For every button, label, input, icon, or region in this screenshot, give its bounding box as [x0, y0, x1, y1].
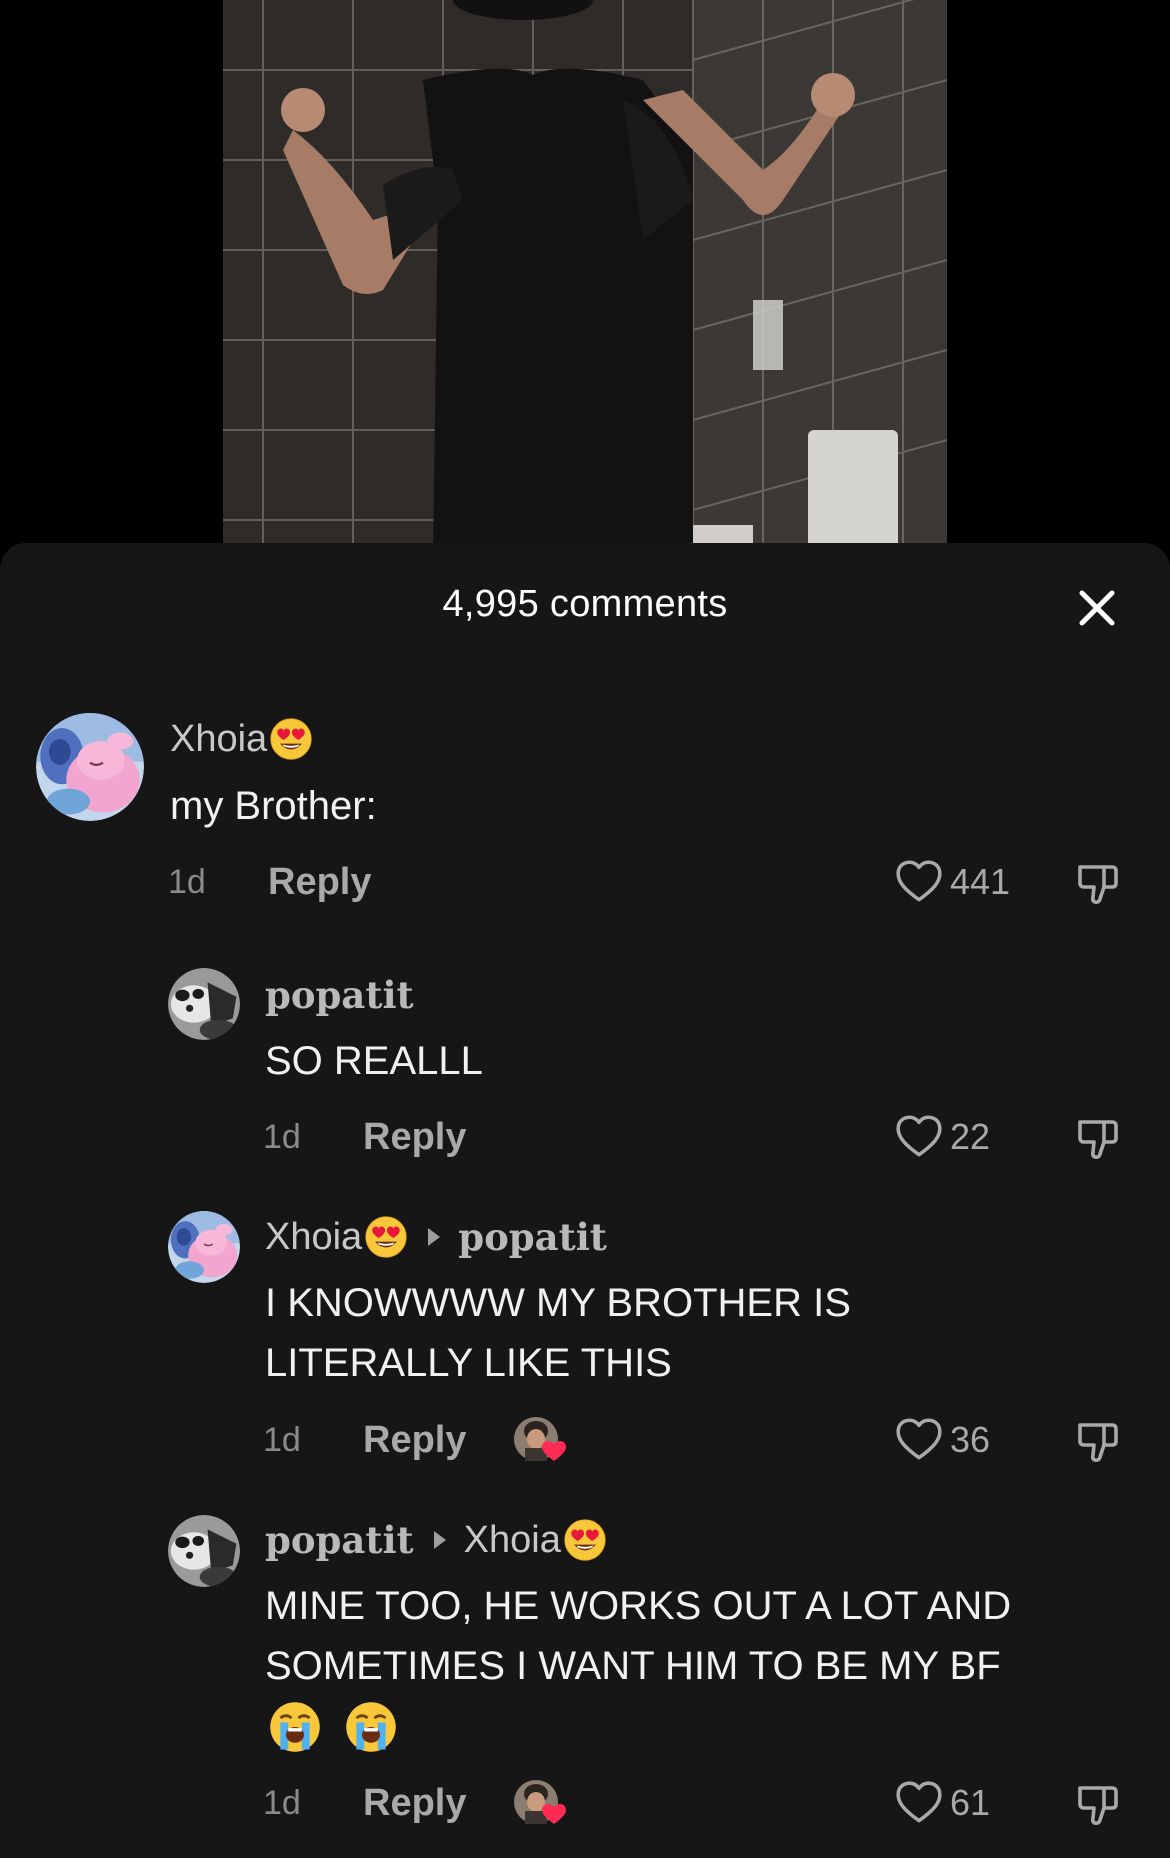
dislike-button[interactable] [1074, 1114, 1122, 1162]
like-button[interactable]: 441 [894, 857, 1010, 907]
reply-button[interactable]: Reply [268, 861, 371, 904]
comment-text-line-1: MINE TOO, HE WORKS OUT A LOT AND [265, 1584, 1012, 1628]
like-button[interactable]: 36 [894, 1415, 990, 1465]
dislike-button[interactable] [1074, 1780, 1122, 1828]
username[interactable]: Xhoia [265, 1216, 362, 1259]
reply-button[interactable]: Reply [363, 1419, 466, 1462]
comment-text: my Brother: [170, 784, 377, 828]
creator-liked-badge [512, 1778, 568, 1826]
reply-button[interactable]: Reply [363, 1782, 466, 1825]
comments-count: 4,995 comments [442, 583, 728, 625]
close-icon [1079, 590, 1115, 626]
comment-username-line: Xhoia [170, 714, 313, 764]
like-button[interactable]: 22 [894, 1112, 990, 1162]
comment-text: SO REALLL [265, 1039, 483, 1083]
comment-username-line: popatit [265, 970, 414, 1020]
like-count: 61 [950, 1782, 991, 1823]
reply-button[interactable]: Reply [363, 1116, 466, 1159]
heart-outline-icon [894, 857, 944, 907]
heart-eyes-icon [269, 717, 313, 761]
dislike-button[interactable] [1074, 859, 1122, 907]
thumbs-down-icon [1074, 1417, 1122, 1465]
username[interactable]: popatit [265, 1518, 414, 1562]
comment-time: 1d [263, 1784, 301, 1822]
loudly-crying-icon [344, 1700, 398, 1754]
comments-sheet: 4,995 comments Xhoia my Brother: 1d Repl… [0, 543, 1170, 1858]
like-count: 441 [950, 861, 1011, 902]
comment-username-line: popatit Xhoia [265, 1515, 607, 1565]
like-count: 22 [950, 1116, 991, 1157]
triangle-right-icon [428, 1228, 441, 1246]
reply-to-username[interactable]: popatit [458, 1215, 607, 1259]
comment-username-line: Xhoia popatit [265, 1212, 607, 1262]
video-player[interactable] [0, 0, 1170, 560]
username[interactable]: Xhoia [170, 718, 267, 761]
heart-eyes-icon [364, 1215, 408, 1259]
crying-emoji-row [268, 1700, 398, 1754]
comment-text-line-2: LITERALLY LIKE THIS [265, 1341, 672, 1385]
avatar[interactable] [36, 713, 144, 821]
heart-outline-icon [894, 1112, 944, 1162]
like-count: 36 [950, 1419, 991, 1460]
username[interactable]: popatit [265, 973, 414, 1017]
avatar[interactable] [168, 968, 240, 1040]
thumbs-down-icon [1074, 1114, 1122, 1162]
like-button[interactable]: 61 [894, 1778, 990, 1828]
avatar[interactable] [168, 1515, 240, 1587]
comment-time: 1d [263, 1421, 301, 1459]
video-still-image [223, 0, 947, 560]
heart-eyes-icon [563, 1518, 607, 1562]
dislike-button[interactable] [1074, 1417, 1122, 1465]
thumbs-down-icon [1074, 1780, 1122, 1828]
reply-to-username[interactable]: Xhoia [464, 1519, 561, 1562]
comment-text-line-1: I KNOWWWW MY BROTHER IS [265, 1281, 851, 1325]
creator-liked-badge [512, 1415, 568, 1463]
avatar[interactable] [168, 1211, 240, 1283]
heart-outline-icon [894, 1778, 944, 1828]
comment-text-line-2: SOMETIMES I WANT HIM TO BE MY BF [265, 1644, 1001, 1688]
video-frame [223, 0, 947, 560]
thumbs-down-icon [1074, 859, 1122, 907]
heart-outline-icon [894, 1415, 944, 1465]
loudly-crying-icon [268, 1700, 322, 1754]
comment-time: 1d [263, 1118, 301, 1156]
close-button[interactable] [1072, 583, 1122, 633]
triangle-right-icon [433, 1531, 446, 1549]
comment-time: 1d [168, 863, 206, 901]
